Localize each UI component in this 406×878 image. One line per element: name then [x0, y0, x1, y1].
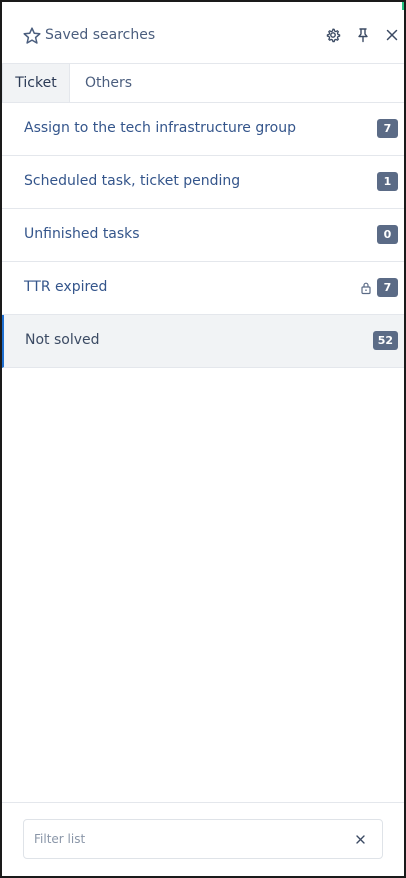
- count-badge: 0: [377, 225, 398, 244]
- saved-search-item[interactable]: Scheduled task, ticket pending 1: [2, 156, 404, 209]
- saved-search-label: TTR expired: [24, 279, 108, 295]
- panel-footer: [2, 802, 404, 876]
- lock-icon: [361, 282, 371, 295]
- close-icon[interactable]: [383, 26, 401, 44]
- gear-icon[interactable]: [324, 26, 342, 44]
- saved-search-item[interactable]: Assign to the tech infrastructure group …: [2, 103, 404, 156]
- tab-others[interactable]: Others: [73, 64, 144, 102]
- saved-search-label: Not solved: [25, 332, 100, 348]
- saved-search-item[interactable]: TTR expired 7: [2, 262, 404, 315]
- pin-icon[interactable]: [354, 26, 372, 44]
- tab-ticket[interactable]: Ticket: [2, 64, 70, 102]
- saved-search-label: Unfinished tasks: [24, 226, 140, 242]
- panel-header: Saved searches: [2, 8, 404, 64]
- filter-box: [23, 819, 383, 859]
- saved-search-item[interactable]: Unfinished tasks 0: [2, 209, 404, 262]
- panel-title: Saved searches: [45, 27, 156, 43]
- saved-search-list: Assign to the tech infrastructure group …: [2, 103, 404, 368]
- saved-search-label: Scheduled task, ticket pending: [24, 173, 241, 189]
- star-icon: [23, 27, 41, 44]
- saved-search-item-selected[interactable]: Not solved 52: [2, 315, 404, 368]
- count-badge: 1: [377, 172, 398, 191]
- tab-bar: Ticket Others: [2, 64, 404, 103]
- clear-icon[interactable]: [355, 834, 366, 845]
- filter-input[interactable]: [24, 820, 344, 858]
- count-badge: 7: [377, 119, 398, 138]
- saved-searches-panel: Saved searches Ticket Others Assign to t…: [0, 0, 406, 878]
- saved-search-label: Assign to the tech infrastructure group: [24, 120, 296, 136]
- count-badge: 7: [377, 278, 398, 297]
- count-badge: 52: [372, 331, 398, 350]
